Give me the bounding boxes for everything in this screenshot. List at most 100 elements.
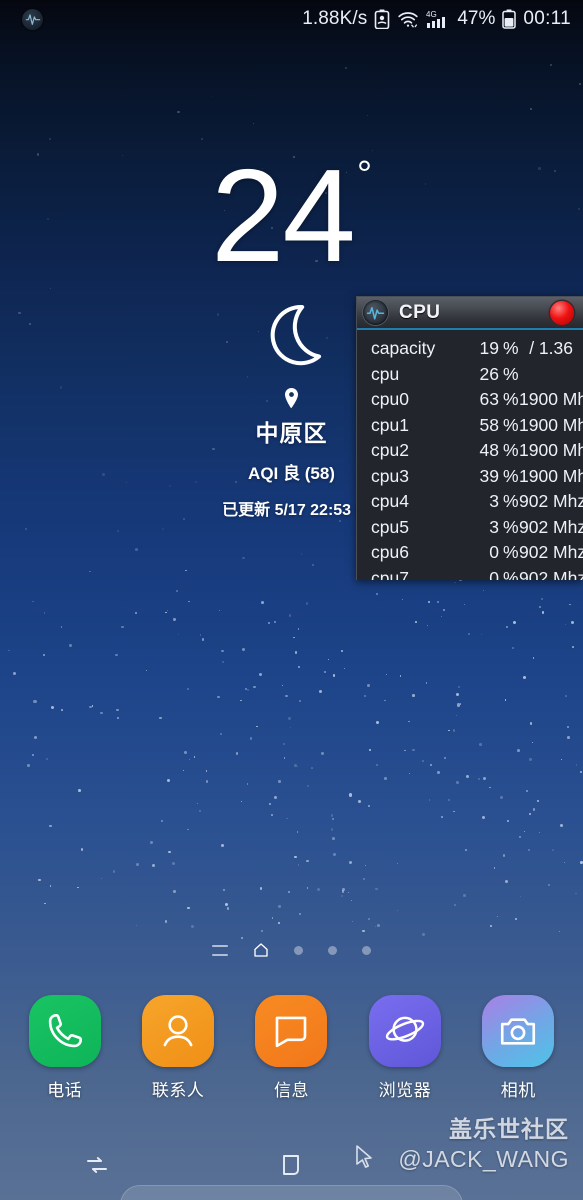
moon-icon xyxy=(256,298,328,370)
cpu-stat-unit: % xyxy=(503,440,519,460)
cpu-stat-frequency: 902 Mhz xyxy=(519,516,583,537)
degree-symbol: ° xyxy=(356,154,373,196)
cpu-stat-percent: 3 xyxy=(489,516,499,537)
weather-city: 中原区 xyxy=(255,420,328,446)
signal-4g-icon: 4G xyxy=(426,9,450,29)
dock-app-contacts[interactable]: 联系人 xyxy=(126,995,230,1101)
watermark-user: @JACK_WANG xyxy=(398,1146,569,1172)
cpu-stat-percent: 48 xyxy=(479,440,499,460)
cpu-stat-unit: % xyxy=(503,363,519,384)
cpu-stat-unit: % xyxy=(503,491,519,511)
mouse-cursor-icon xyxy=(354,1144,376,1170)
home-icon[interactable] xyxy=(253,942,269,958)
cpu-stat-percent: 58 xyxy=(479,414,499,435)
cpu-stat-percent: 26 xyxy=(479,363,499,384)
dock-app-label: 电话 xyxy=(47,1081,83,1100)
cpu-stat-label: cpu7 xyxy=(371,567,409,581)
weather-updated: 已更新 5/17 22:53 ( xyxy=(222,502,361,519)
location-pin-icon xyxy=(283,388,300,410)
cpu-stat-unit: % xyxy=(503,414,519,435)
cpu-stat-row: cpu 26% xyxy=(357,362,583,388)
bottom-search-bar[interactable] xyxy=(120,1185,463,1200)
dock-app-browser[interactable]: 浏览器 xyxy=(353,995,457,1101)
status-bar-right: 1.88K/s 4G 47% 00:11 xyxy=(302,8,571,30)
cpu-widget-title: CPU xyxy=(399,301,441,323)
page-dot[interactable] xyxy=(328,945,337,955)
cpu-stat-label: cpu4 xyxy=(371,491,409,511)
page-dot[interactable] xyxy=(294,945,303,955)
cpu-stat-frequency: 902 Mhz xyxy=(519,567,583,581)
dock-app-label: 浏览器 xyxy=(378,1081,432,1100)
cpu-stat-row: cpu6 0% 902 Mhz xyxy=(357,540,583,566)
cpu-monitor-widget[interactable]: CPU capacity 19%/ 1.36 cpu 26% cpu0 63% 1900 M… xyxy=(356,296,583,580)
cpu-stat-frequency: 1900 Mhz xyxy=(519,414,583,435)
cpu-stat-row: cpu3 39%1900 Mhz xyxy=(357,464,583,490)
dock-app-label: 相机 xyxy=(500,1081,536,1100)
temperature-row: 24 ° xyxy=(211,150,373,282)
dock-app-camera[interactable]: 相机 xyxy=(466,995,570,1101)
cpu-stat-label: cpu2 xyxy=(371,440,409,460)
cpu-stat-unit: % xyxy=(503,516,519,537)
contacts-icon[interactable] xyxy=(142,995,215,1067)
cpu-stat-frequency: 1900 Mhz xyxy=(519,389,583,409)
page-indicator xyxy=(0,942,583,958)
cpu-stat-percent: 39 xyxy=(479,465,499,486)
cpu-stat-row: cpu2 48%1900 Mhz xyxy=(357,438,583,464)
dock-app-phone[interactable]: 电话 xyxy=(13,995,117,1101)
cpu-stat-label: cpu6 xyxy=(371,542,409,562)
cpu-stat-percent: 0 xyxy=(489,567,499,581)
weather-aqi: AQI 良 (58) xyxy=(248,464,335,483)
cpu-stat-label: cpu3 xyxy=(371,465,409,486)
watermark-site: 盖乐世社区 xyxy=(449,1116,569,1142)
cpu-stat-frequency: / 1.36 xyxy=(529,338,573,358)
message-icon[interactable] xyxy=(255,995,328,1067)
cpu-stat-unit: % xyxy=(503,465,519,486)
page-dot[interactable] xyxy=(362,945,371,955)
camera-icon[interactable] xyxy=(482,995,555,1067)
cpu-widget-header[interactable]: CPU xyxy=(357,297,583,330)
cpu-stat-row: cpu7 0% 902 Mhz xyxy=(357,566,583,581)
cpu-stat-label: cpu xyxy=(371,363,400,384)
app-list-icon[interactable] xyxy=(212,944,228,956)
dock-app-message[interactable]: 信息 xyxy=(239,995,343,1101)
temperature-value: 24 xyxy=(210,142,356,289)
phone-screen: 1.88K/s 4G 47% 00:11 24 ° 中原区 AQI 良 (58)… xyxy=(0,0,583,1200)
cpu-stat-percent: 19 xyxy=(479,338,499,358)
cpu-waveform-icon xyxy=(22,8,43,30)
cpu-stat-row: cpu0 63%1900 Mhz xyxy=(357,387,583,413)
cpu-stat-label: cpu5 xyxy=(371,516,409,537)
cpu-stat-frequency: 1900 Mhz xyxy=(519,440,583,460)
cpu-stat-percent: 3 xyxy=(489,491,499,511)
cpu-stats-list: capacity19%/ 1.36cpu26%cpu063%1900 Mhzcp… xyxy=(357,330,583,580)
status-bar: 1.88K/s 4G 47% 00:11 xyxy=(0,0,583,38)
battery-icon xyxy=(502,9,517,29)
dock-app-label: 信息 xyxy=(273,1081,309,1100)
watermark: 盖乐世社区 @JACK_WANG xyxy=(356,1110,569,1173)
wifi-icon xyxy=(397,9,419,29)
dock-app-label: 联系人 xyxy=(151,1081,205,1100)
recents-icon[interactable] xyxy=(0,1152,194,1178)
cpu-stat-unit: % xyxy=(503,338,519,358)
cpu-stat-label: capacity xyxy=(371,338,436,358)
cpu-waveform-icon xyxy=(363,300,388,325)
network-speed: 1.88K/s xyxy=(302,8,368,29)
cpu-stat-label: cpu1 xyxy=(371,414,409,435)
cpu-stat-frequency: 902 Mhz xyxy=(519,491,583,511)
browser-icon[interactable] xyxy=(368,995,441,1067)
cpu-stat-percent: 0 xyxy=(489,542,499,562)
phone-icon[interactable] xyxy=(28,995,101,1067)
svg-text:4G: 4G xyxy=(426,10,437,19)
cpu-stat-row: capacity 19% / 1.36 xyxy=(357,336,583,362)
cpu-stat-frequency: 902 Mhz xyxy=(519,542,583,562)
cpu-stat-frequency: 1900 Mhz xyxy=(519,465,583,486)
battery-percent: 47% xyxy=(457,8,496,29)
cpu-stat-percent: 63 xyxy=(479,389,499,409)
cpu-stat-label: cpu0 xyxy=(371,389,409,409)
cpu-stat-row: cpu5 3% 902 Mhz xyxy=(357,515,583,541)
record-indicator[interactable] xyxy=(550,300,574,325)
cpu-stat-row: cpu1 58%1900 Mhz xyxy=(357,413,583,439)
status-bar-clock: 00:11 xyxy=(523,8,571,29)
cpu-stat-unit: % xyxy=(503,542,519,562)
app-dock: 电话 联系人 信息 浏览器 相机 xyxy=(0,995,583,1105)
cpu-stat-row: cpu4 3% 902 Mhz xyxy=(357,489,583,515)
